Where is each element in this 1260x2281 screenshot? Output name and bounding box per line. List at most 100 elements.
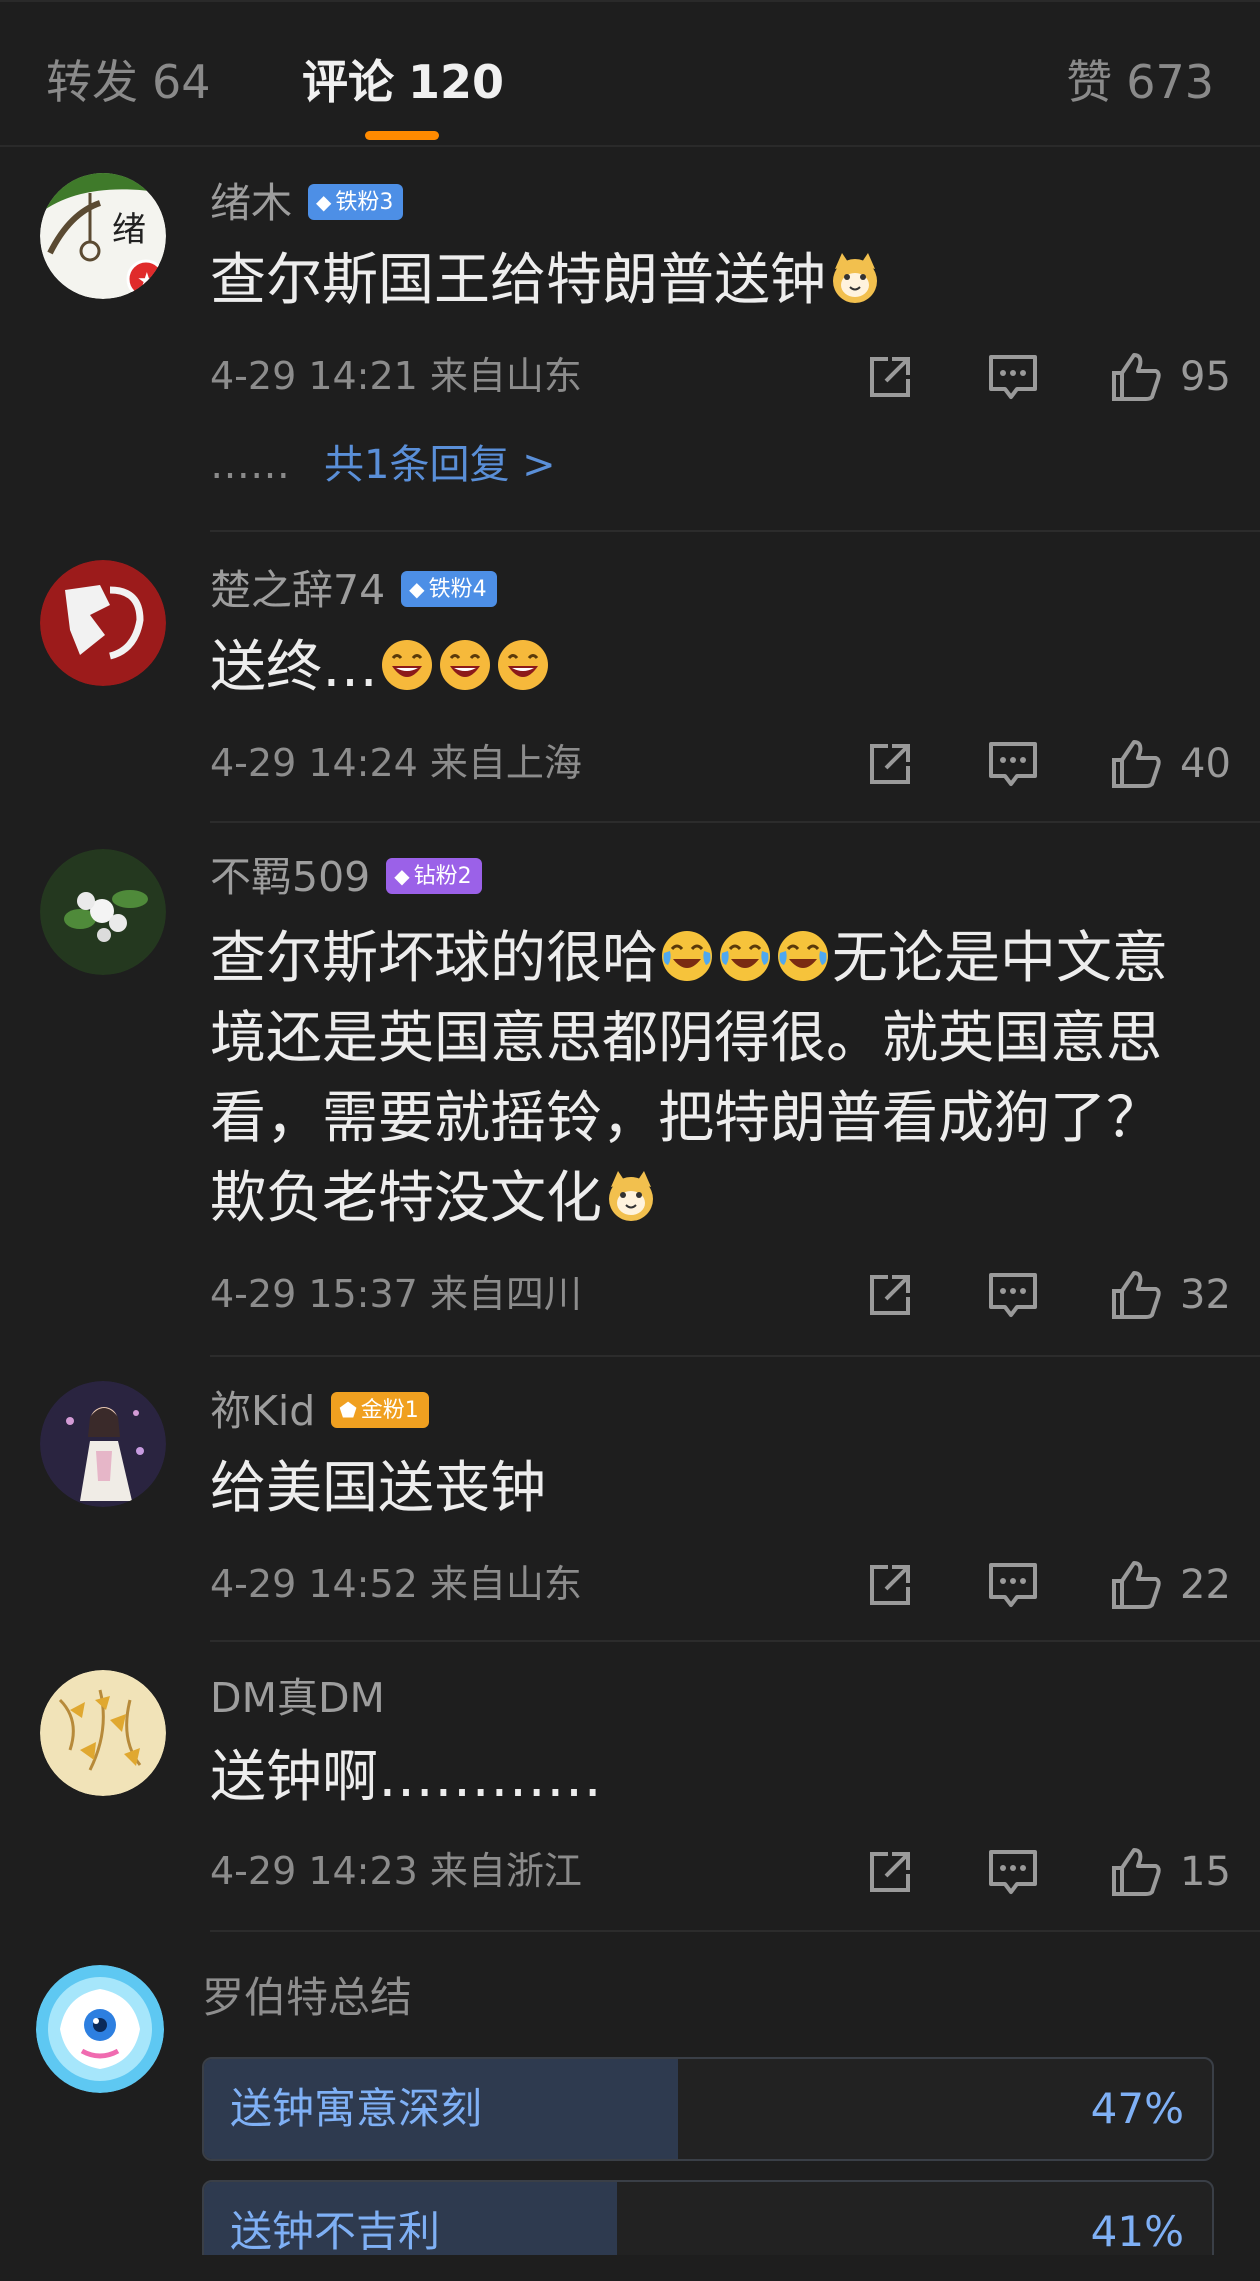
tears-of-joy-emoji bbox=[720, 930, 770, 981]
poll-title: 罗伯特总结 bbox=[202, 1973, 413, 2022]
comment-actions: 40 bbox=[840, 736, 1260, 796]
fan-badge-label: 铁粉3 bbox=[335, 190, 394, 215]
username[interactable]: 绪木 ◆ 铁粉3 bbox=[210, 177, 404, 229]
laughing-emoji bbox=[382, 639, 432, 690]
tab-repost-label: 转发 bbox=[46, 55, 138, 109]
comment-icon[interactable] bbox=[985, 1844, 1041, 1900]
comment-text: 送终… bbox=[210, 628, 1210, 708]
username-text: 不羁509 bbox=[210, 853, 371, 901]
tab-comments-label: 评论 bbox=[302, 55, 394, 109]
avatar[interactable] bbox=[40, 560, 166, 686]
fan-badge: ⬟ 金粉1 bbox=[331, 1392, 429, 1428]
svg-text:绪: 绪 bbox=[112, 210, 146, 250]
comment-text-content: 送终… bbox=[210, 635, 378, 700]
fan-badge-label: 铁粉4 bbox=[428, 577, 487, 602]
username[interactable]: DM真DM bbox=[210, 1672, 385, 1724]
poll-option[interactable]: 送钟寓意深刻 47% bbox=[202, 2057, 1214, 2161]
like-count: 32 bbox=[1180, 1272, 1231, 1318]
thumbs-up-icon[interactable] bbox=[1108, 349, 1164, 405]
thumbs-up-icon[interactable] bbox=[1108, 736, 1164, 792]
tab-likes-label: 赞 bbox=[1066, 55, 1113, 109]
comment-meta: 4-29 14:21 来自山东 bbox=[210, 354, 582, 398]
like-count: 40 bbox=[1180, 741, 1231, 787]
fan-badge: ◆ 铁粉4 bbox=[401, 571, 497, 607]
poll-option-percent: 47% bbox=[1090, 2084, 1184, 2133]
username-text: DM真DM bbox=[210, 1674, 385, 1722]
comment-meta: 4-29 14:23 来自浙江 bbox=[210, 1849, 582, 1893]
comment-item: 楚之辞74 ◆ 铁粉4 送终… 4-29 14:24 来自上海 40 bbox=[0, 532, 1260, 823]
laughing-emoji bbox=[440, 639, 490, 690]
comment-meta: 4-29 14:52 来自山东 bbox=[210, 1562, 582, 1606]
poll-option-percent: 41% bbox=[1090, 2207, 1184, 2256]
tab-bar: 转发 64 评论 120 赞 673 bbox=[0, 0, 1260, 147]
comment-meta: 4-29 15:37 来自四川 bbox=[210, 1272, 582, 1316]
thumbs-up-icon[interactable] bbox=[1108, 1267, 1164, 1323]
comment-actions: 32 bbox=[840, 1267, 1260, 1327]
fan-badge-label: 金粉1 bbox=[360, 1398, 419, 1423]
like-count: 22 bbox=[1180, 1562, 1231, 1608]
share-icon[interactable] bbox=[862, 1844, 918, 1900]
avatar[interactable] bbox=[40, 1381, 166, 1507]
divider bbox=[210, 1930, 1260, 1932]
comment-icon[interactable] bbox=[985, 1557, 1041, 1613]
comment-meta: 4-29 14:24 来自上海 bbox=[210, 741, 582, 785]
share-icon[interactable] bbox=[862, 1557, 918, 1613]
username-text: 祢Kid bbox=[210, 1387, 316, 1435]
comment-actions: 95 bbox=[840, 349, 1260, 409]
thumbs-up-icon[interactable] bbox=[1108, 1844, 1164, 1900]
share-icon[interactable] bbox=[862, 1267, 918, 1323]
like-count: 15 bbox=[1180, 1849, 1231, 1895]
diamond-icon: ◆ bbox=[394, 864, 410, 888]
tab-repost-count: 64 bbox=[152, 55, 211, 109]
comment-text-content: 查尔斯坏球的很哈 bbox=[210, 926, 658, 991]
tab-likes-count: 673 bbox=[1126, 55, 1214, 109]
cat-emoji bbox=[833, 252, 877, 303]
comment-text: 查尔斯国王给特朗普送钟 bbox=[210, 241, 1210, 321]
tab-comments[interactable]: 评论 120 bbox=[302, 52, 504, 112]
view-replies-link[interactable]: …… 共1条回复 > bbox=[210, 439, 556, 491]
comment-text-content: 送钟啊………… bbox=[210, 1745, 602, 1810]
comment-item: DM真DM 送钟啊………… 4-29 14:23 来自浙江 15 bbox=[0, 1642, 1260, 1932]
tears-of-joy-emoji bbox=[662, 930, 712, 981]
comment-item: 不羁509 ◆ 钻粉2 查尔斯坏球的很哈 无论是中文意境还是英国意思都阴得很。就英国意… bbox=[0, 823, 1260, 1357]
comment-item: 绪 ★ 绪木 ◆ 铁粉3 查尔斯国王给特朗普送钟 4-29 14:21 来自山东 9… bbox=[0, 149, 1260, 532]
username[interactable]: 不羁509 ◆ 钻粉2 bbox=[210, 851, 482, 903]
tab-repost[interactable]: 转发 64 bbox=[46, 52, 211, 112]
pentagon-icon: ⬟ bbox=[339, 1398, 357, 1422]
diamond-icon: ◆ bbox=[409, 577, 425, 601]
bot-avatar[interactable] bbox=[36, 1965, 164, 2093]
comment-text: 送钟啊………… bbox=[210, 1738, 1210, 1818]
share-icon[interactable] bbox=[862, 349, 918, 405]
tab-likes[interactable]: 赞 673 bbox=[1066, 52, 1214, 112]
avatar[interactable]: 绪 ★ bbox=[40, 173, 166, 299]
comment-text: 查尔斯坏球的很哈 无论是中文意境还是英国意思都阴得很。就英国意思看，需要就摇铃，把… bbox=[210, 919, 1210, 1239]
active-tab-indicator bbox=[365, 131, 439, 140]
like-count: 95 bbox=[1180, 354, 1231, 400]
poll-option-label: 送钟不吉利 bbox=[230, 2207, 441, 2256]
laughing-emoji bbox=[498, 639, 548, 690]
bottom-edge bbox=[0, 2255, 1260, 2281]
share-icon[interactable] bbox=[862, 736, 918, 792]
avatar[interactable] bbox=[40, 1670, 166, 1796]
fan-badge-label: 钻粉2 bbox=[413, 864, 472, 889]
svg-text:★: ★ bbox=[137, 269, 157, 294]
thumbs-up-icon[interactable] bbox=[1108, 1557, 1164, 1613]
comment-icon[interactable] bbox=[985, 1267, 1041, 1323]
comment-text: 给美国送丧钟 bbox=[210, 1449, 1210, 1529]
reply-link-text: 共1条回复 > bbox=[324, 442, 556, 488]
comment-actions: 15 bbox=[840, 1844, 1260, 1904]
fan-badge: ◆ 铁粉3 bbox=[308, 184, 404, 220]
diamond-icon: ◆ bbox=[316, 190, 332, 214]
cat-emoji bbox=[609, 1170, 653, 1221]
tears-of-joy-emoji bbox=[778, 930, 828, 981]
comment-icon[interactable] bbox=[985, 736, 1041, 792]
username[interactable]: 祢Kid ⬟ 金粉1 bbox=[210, 1385, 429, 1437]
comment-text-content: 给美国送丧钟 bbox=[210, 1456, 546, 1521]
username[interactable]: 楚之辞74 ◆ 铁粉4 bbox=[210, 564, 497, 616]
comment-icon[interactable] bbox=[985, 349, 1041, 405]
comment-actions: 22 bbox=[840, 1557, 1260, 1617]
avatar[interactable] bbox=[40, 849, 166, 975]
username-text: 楚之辞74 bbox=[210, 566, 386, 614]
poll-option-label: 送钟寓意深刻 bbox=[230, 2084, 483, 2133]
reply-dots: …… bbox=[210, 442, 290, 488]
